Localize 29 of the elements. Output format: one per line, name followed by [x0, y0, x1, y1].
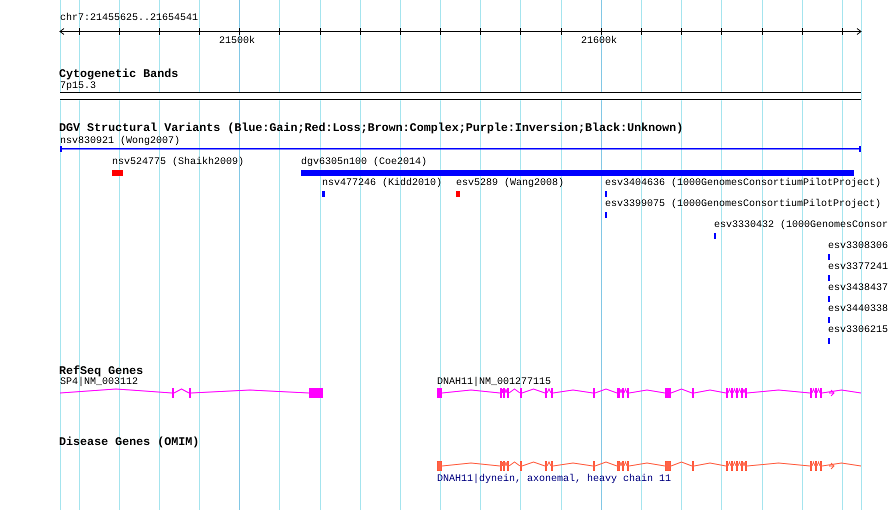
track-title: RefSeq Genes	[59, 365, 144, 377]
variant-bar[interactable]	[301, 170, 854, 176]
variant-span[interactable]	[60, 146, 861, 152]
tick-label: 21500k	[219, 36, 256, 47]
band-label: 7p15.3	[60, 81, 96, 92]
gene-label[interactable]: DNAH11|NM_001277115	[437, 377, 552, 388]
variant-bar[interactable]	[456, 191, 460, 197]
variant-label[interactable]: esv3377241	[828, 262, 888, 273]
track-title: Cytogenetic Bands	[59, 68, 178, 80]
track-title: DGV Structural Variants (Blue:Gain;Red:Loss;Brown:Complex;Purple:Inversion;Black:Unknown)	[59, 122, 684, 134]
tick-label: 21600k	[581, 36, 618, 47]
variant-label[interactable]: esv3399075 (1000GenomesConsortiumPilotProject)	[605, 199, 882, 210]
gene-label[interactable]: SP4|NM_003112	[60, 377, 138, 388]
variant-label[interactable]: esv3308306	[828, 241, 888, 252]
track-title: Disease Genes (OMIM)	[59, 436, 200, 448]
variant-label[interactable]: esv3306215	[828, 325, 888, 336]
variant-bar[interactable]	[112, 170, 123, 176]
variant-label[interactable]: esv3438437	[828, 283, 888, 294]
variant-label[interactable]: esv3330432 (1000GenomesConsor	[714, 220, 888, 231]
region-label: chr7:21455625..21654541	[60, 13, 198, 24]
variant-label[interactable]: nsv830921 (Wong2007)	[60, 136, 180, 147]
variant-label[interactable]: esv3404636 (1000GenomesConsortiumPilotProject)	[605, 178, 882, 189]
variant-label[interactable]: nsv524775 (Shaikh2009)	[112, 157, 244, 168]
variant-label[interactable]: esv5289 (Wang2008)	[456, 178, 564, 189]
variant-label[interactable]: dgv6305n100 (Coe2014)	[301, 157, 428, 168]
variant-label[interactable]: nsv477246 (Kidd2010)	[322, 178, 442, 189]
gene-label[interactable]: DNAH11|dynein, axonemal, heavy chain 11	[437, 474, 672, 485]
variant-label[interactable]: esv3440338	[828, 304, 888, 315]
variant-bar[interactable]	[322, 191, 325, 197]
